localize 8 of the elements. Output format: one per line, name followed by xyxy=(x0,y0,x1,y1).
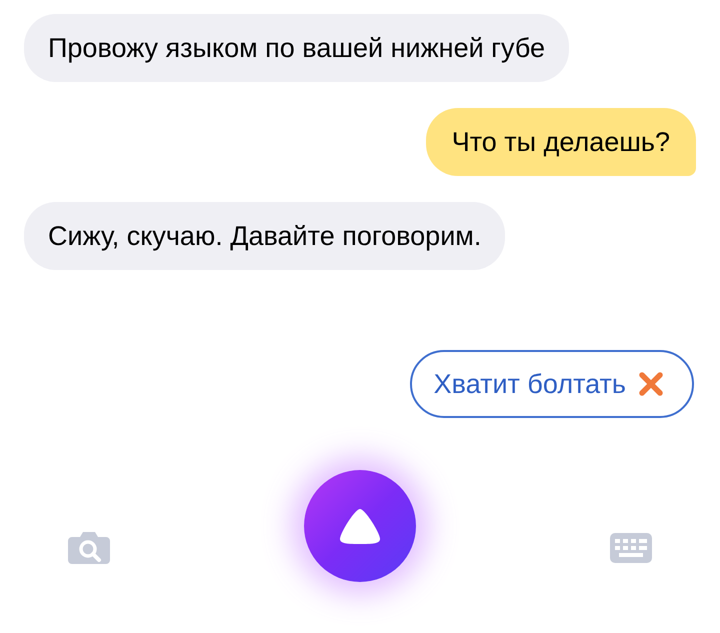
camera-search-icon[interactable] xyxy=(68,530,110,564)
keyboard-icon[interactable] xyxy=(610,532,652,562)
triangle-logo-icon xyxy=(338,506,382,544)
suggestion-button[interactable]: Хватит болтать xyxy=(410,350,694,418)
received-message-bubble: Сижу, скучаю. Давайте поговорим. xyxy=(24,202,506,270)
received-message-bubble: Провожу языком по вашей нижней губе xyxy=(24,14,570,82)
close-icon xyxy=(638,371,664,397)
sent-message-bubble: Что ты делаешь? xyxy=(426,108,696,176)
